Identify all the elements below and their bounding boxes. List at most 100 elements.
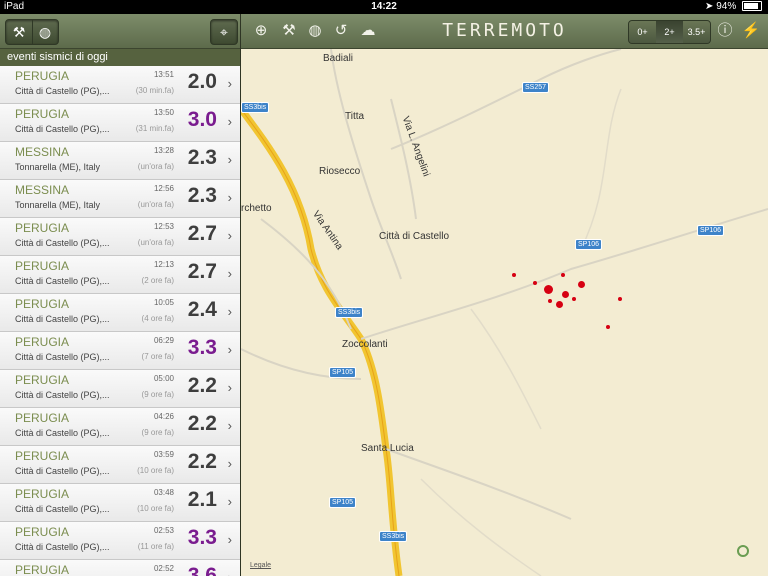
event-row[interactable]: PERUGIA Città di Castello (PG),... 12:53 (u… bbox=[0, 218, 240, 256]
magnitude-filter-0[interactable]: 0+ bbox=[629, 21, 657, 43]
event-row[interactable]: PERUGIA Città di Castello (PG),... 10:05 (4… bbox=[0, 294, 240, 332]
event-place: Città di Castello (PG),... bbox=[15, 276, 110, 286]
event-row[interactable]: PERUGIA Città di Castello (PG),... 12:13 (2… bbox=[0, 256, 240, 294]
info-icon[interactable]: ⓘ bbox=[715, 21, 735, 41]
earthquake-marker[interactable] bbox=[606, 325, 610, 329]
event-elapsed: (2 ore fa) bbox=[141, 276, 174, 285]
history-icon[interactable]: ↺ bbox=[331, 21, 351, 41]
map-place-label: Santa Lucia bbox=[361, 443, 414, 454]
event-row[interactable]: PERUGIA Città di Castello (PG),... 13:50 (3… bbox=[0, 104, 240, 142]
event-magnitude: 2.1 bbox=[187, 488, 217, 511]
event-place: Città di Castello (PG),... bbox=[15, 466, 110, 476]
event-elapsed: (un'ora fa) bbox=[137, 238, 174, 247]
event-time: 13:50 bbox=[153, 108, 174, 117]
event-region: PERUGIA bbox=[15, 373, 70, 387]
status-bar: iPad 14:22 ➤ 94% bbox=[0, 0, 768, 14]
road-shield: SS3bis bbox=[335, 307, 364, 318]
list-toolbar: ⚒ ◍ ⌖ bbox=[0, 14, 240, 49]
globe-icon[interactable]: ◍ bbox=[305, 21, 325, 41]
event-region: MESSINA bbox=[15, 145, 70, 159]
earthquake-marker[interactable] bbox=[544, 285, 553, 294]
event-magnitude: 2.3 bbox=[187, 146, 217, 169]
hammer-icon[interactable]: ⚒ bbox=[6, 20, 33, 44]
locate-icon[interactable]: ⊕ bbox=[251, 21, 271, 41]
event-row[interactable]: PERUGIA Città di Castello (PG),... 03:48 (1… bbox=[0, 484, 240, 522]
event-elapsed: (11 ore fa) bbox=[137, 542, 174, 551]
event-row[interactable]: PERUGIA Città di Castello (PG),... 04:26 (9… bbox=[0, 408, 240, 446]
battery-indicator: ➤ 94% bbox=[705, 0, 762, 14]
hammer-icon[interactable]: ⚒ bbox=[279, 21, 299, 41]
event-elapsed: (10 ore fa) bbox=[137, 466, 174, 475]
location-pin-button[interactable]: ⌖ bbox=[210, 19, 238, 45]
event-region: PERUGIA bbox=[15, 449, 70, 463]
road-shield: SS3bis bbox=[241, 102, 270, 113]
chevron-right-icon: › bbox=[227, 152, 232, 167]
earthquake-marker[interactable] bbox=[578, 281, 585, 288]
road-shield: SS257 bbox=[522, 82, 550, 93]
event-magnitude: 3.0 bbox=[187, 108, 217, 131]
map-place-label: Riosecco bbox=[319, 166, 361, 177]
earthquake-marker[interactable] bbox=[561, 273, 565, 277]
event-row[interactable]: MESSINA Tonnarella (ME), Italy 13:28 (un'or… bbox=[0, 142, 240, 180]
earthquake-marker[interactable] bbox=[562, 291, 569, 298]
event-region: MESSINA bbox=[15, 183, 70, 197]
event-time: 12:56 bbox=[153, 184, 174, 193]
globe-icon[interactable]: ◍ bbox=[32, 20, 58, 44]
event-region: PERUGIA bbox=[15, 259, 70, 273]
magnitude-filter-2[interactable]: 2+ bbox=[656, 21, 684, 43]
event-time: 03:48 bbox=[153, 488, 174, 497]
map-place-label: Badiali bbox=[323, 53, 354, 64]
event-time: 05:00 bbox=[153, 374, 174, 383]
event-place: Città di Castello (PG),... bbox=[15, 542, 110, 552]
event-magnitude: 2.0 bbox=[187, 70, 217, 93]
earthquake-marker[interactable] bbox=[556, 301, 563, 308]
cloud-upload-icon[interactable]: ☁ bbox=[358, 21, 378, 41]
event-row[interactable]: PERUGIA Città di Castello (PG),... 06:29 (7… bbox=[0, 332, 240, 370]
chevron-right-icon: › bbox=[227, 456, 232, 471]
page-curl-icon[interactable] bbox=[737, 545, 749, 557]
event-place: Città di Castello (PG),... bbox=[15, 390, 110, 400]
earthquake-marker[interactable] bbox=[572, 297, 576, 301]
event-magnitude: 2.7 bbox=[187, 260, 217, 283]
event-region: PERUGIA bbox=[15, 563, 70, 576]
map-place-label: Città di Castello bbox=[379, 231, 450, 242]
map-view[interactable]: Badiali Titta Via L. Angelini Riosecco rchet… bbox=[241, 49, 768, 576]
chevron-right-icon: › bbox=[228, 570, 232, 576]
event-magnitude: 3.3 bbox=[187, 526, 217, 549]
clock: 14:22 bbox=[371, 1, 397, 12]
event-magnitude: 2.4 bbox=[187, 298, 217, 321]
earthquake-marker[interactable] bbox=[533, 281, 537, 285]
event-row[interactable]: PERUGIA Città di Castello (PG),... 02:53 (1… bbox=[0, 522, 240, 560]
map-place-label: rchetto bbox=[241, 203, 272, 214]
event-row[interactable]: MESSINA Tonnarella (ME), Italy 12:56 (un'or… bbox=[0, 180, 240, 218]
event-time: 13:51 bbox=[153, 70, 174, 79]
event-region: PERUGIA bbox=[15, 335, 70, 349]
earthquake-marker[interactable] bbox=[618, 297, 622, 301]
event-place: Città di Castello (PG),... bbox=[15, 314, 110, 324]
earthquake-marker[interactable] bbox=[512, 273, 516, 277]
event-elapsed: (7 ore fa) bbox=[141, 352, 174, 361]
legal-link[interactable]: Legale bbox=[250, 562, 271, 569]
event-elapsed: (9 ore fa) bbox=[141, 428, 174, 437]
map-toolbar: TERREMOTO ⊕ ⚒ ◍ ↺ ☁ 0+ 2+ 3.5+ ⓘ ⚡ bbox=[241, 14, 768, 49]
event-magnitude: 2.2 bbox=[187, 412, 217, 435]
event-elapsed: (31 min.fa) bbox=[135, 124, 174, 133]
battery-icon bbox=[742, 1, 762, 12]
location-pin-icon: ⌖ bbox=[220, 24, 228, 40]
event-place: Tonnarella (ME), Italy bbox=[15, 200, 101, 210]
event-place: Città di Castello (PG),... bbox=[15, 504, 110, 514]
event-row[interactable]: PERUGIA Città di Castello (PG),... 05:00 (9… bbox=[0, 370, 240, 408]
map-roads bbox=[241, 49, 768, 576]
event-row[interactable]: PERUGIA Città di Castello (PG),... 03:59 (1… bbox=[0, 446, 240, 484]
event-row[interactable]: PERUGIA Città di Castello (PG),... 13:51 (3… bbox=[0, 66, 240, 104]
seismograph-icon[interactable]: ⚡ bbox=[741, 21, 761, 41]
road-shield: SP106 bbox=[575, 239, 603, 250]
magnitude-filter-3-5[interactable]: 3.5+ bbox=[683, 21, 710, 43]
event-row[interactable]: PERUGIA 02:52 3.6 › bbox=[0, 560, 240, 576]
event-region: PERUGIA bbox=[15, 69, 70, 83]
event-time: 10:05 bbox=[153, 298, 174, 307]
road-shield: SS3bis bbox=[379, 531, 408, 542]
earthquake-marker[interactable] bbox=[548, 299, 552, 303]
event-elapsed: (4 ore fa) bbox=[141, 314, 174, 323]
chevron-right-icon: › bbox=[227, 418, 232, 433]
